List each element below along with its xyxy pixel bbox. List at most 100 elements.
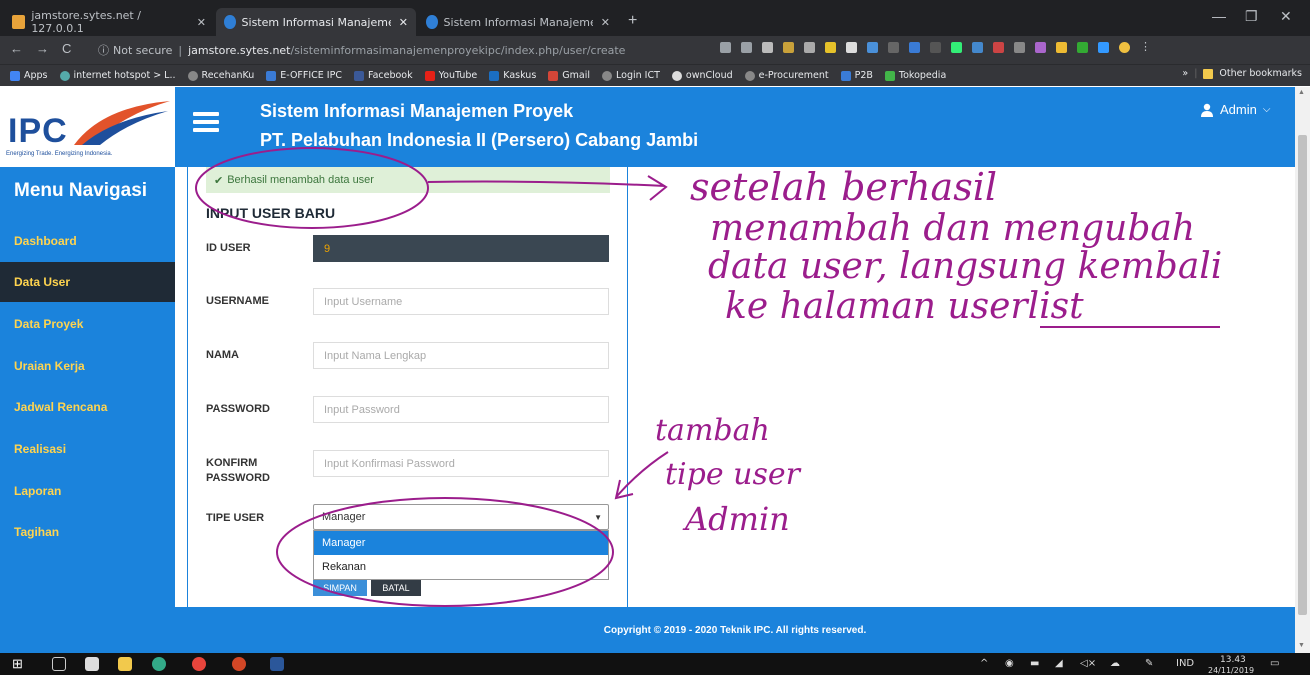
tab-sim-proyek[interactable]: Sistem Informasi Manajemen Pro ✕ bbox=[418, 8, 618, 36]
tipe-user-select[interactable]: Manager ▼ bbox=[313, 504, 609, 530]
extension-icon[interactable] bbox=[825, 42, 836, 53]
windows-start-icon[interactable]: ⊞ bbox=[12, 657, 26, 671]
bookmark-apps[interactable]: Apps bbox=[10, 70, 48, 81]
bookmark-hotspot[interactable]: internet hotspot > L.. bbox=[59, 70, 176, 81]
extension-icon[interactable] bbox=[1098, 42, 1109, 53]
bookmark-p2b[interactable]: P2B bbox=[840, 70, 873, 81]
scrollbar-thumb[interactable] bbox=[1298, 135, 1307, 615]
extension-icon[interactable] bbox=[1035, 42, 1046, 53]
scrollbar[interactable]: ▲ ▼ bbox=[1295, 87, 1310, 653]
bookmark-kaskus[interactable]: Kaskus bbox=[489, 70, 536, 81]
sidebar-item-data-proyek[interactable]: Data Proyek bbox=[0, 304, 175, 344]
extension-icon[interactable] bbox=[783, 42, 794, 53]
info-icon[interactable]: ⓘ bbox=[98, 42, 109, 58]
sidebar-item-jadwal-rencana[interactable]: Jadwal Rencana bbox=[0, 387, 175, 427]
word-icon[interactable] bbox=[270, 657, 284, 671]
extension-icon[interactable] bbox=[804, 42, 815, 53]
chrome-icon[interactable] bbox=[192, 657, 206, 671]
forward-icon[interactable]: → bbox=[36, 41, 49, 56]
app-icon[interactable] bbox=[152, 657, 166, 671]
url-field[interactable]: ⓘ Not secure | jamstore.sytes.net /siste… bbox=[98, 40, 708, 60]
notification-icon[interactable]: ▭ bbox=[1270, 658, 1279, 669]
bookmark-owncloud[interactable]: ownCloud bbox=[671, 70, 733, 81]
cloud-icon[interactable]: ☁ bbox=[1110, 658, 1120, 669]
extension-icon[interactable] bbox=[909, 42, 920, 53]
more-bookmarks-chevron[interactable]: » bbox=[1182, 68, 1188, 79]
option-manager[interactable]: Manager bbox=[314, 531, 608, 555]
tray-network-icon[interactable]: ◉ bbox=[1005, 658, 1014, 669]
wifi-icon[interactable]: ◢ bbox=[1055, 658, 1063, 669]
bookmark-gmail[interactable]: Gmail bbox=[548, 70, 590, 81]
extension-icon[interactable] bbox=[993, 42, 1004, 53]
close-icon[interactable]: ✕ bbox=[189, 16, 206, 29]
language-indicator[interactable]: IND bbox=[1176, 658, 1194, 669]
file-explorer-icon[interactable] bbox=[118, 657, 132, 671]
extension-icon[interactable] bbox=[846, 42, 857, 53]
battery-icon[interactable]: ▬ bbox=[1030, 658, 1039, 669]
scroll-up-icon[interactable]: ▲ bbox=[1298, 89, 1305, 96]
cancel-button[interactable]: BATAL bbox=[371, 580, 421, 596]
form-title: INPUT USER BARU bbox=[206, 205, 336, 221]
close-window-icon[interactable]: ✕ bbox=[1280, 8, 1292, 25]
extension-icon[interactable] bbox=[762, 42, 773, 53]
username-input[interactable]: Input Username bbox=[313, 288, 609, 315]
star-icon[interactable] bbox=[741, 42, 752, 53]
tray-chevron-icon[interactable]: ^ bbox=[980, 658, 988, 669]
extension-icon[interactable] bbox=[1056, 42, 1067, 53]
sidebar-item-uraian-kerja[interactable]: Uraian Kerja bbox=[0, 346, 175, 386]
clock-date[interactable]: 24/11/2019 bbox=[1208, 666, 1254, 675]
other-bookmarks[interactable]: » | Other bookmarks bbox=[1182, 68, 1302, 79]
extension-icon[interactable] bbox=[1077, 42, 1088, 53]
password-input[interactable]: Input Password bbox=[313, 396, 609, 423]
sidebar-item-tagihan[interactable]: Tagihan bbox=[0, 512, 175, 552]
new-tab-button[interactable]: + bbox=[628, 12, 637, 30]
powerpoint-icon[interactable] bbox=[232, 657, 246, 671]
close-icon[interactable]: ✕ bbox=[391, 16, 408, 29]
tab-phpmyadmin[interactable]: jamstore.sytes.net / 127.0.0.1 ✕ bbox=[4, 8, 214, 36]
maximize-icon[interactable]: ❐ bbox=[1245, 8, 1258, 25]
option-rekanan[interactable]: Rekanan bbox=[314, 555, 608, 579]
konfirm-password-input[interactable]: Input Konfirmasi Password bbox=[313, 450, 609, 477]
hamburger-menu-icon[interactable] bbox=[193, 112, 219, 132]
sidebar-item-laporan[interactable]: Laporan bbox=[0, 471, 175, 511]
bookmark-eprocurement[interactable]: e-Procurement bbox=[744, 70, 829, 81]
globe-icon bbox=[744, 70, 755, 81]
bookmark-eoffice[interactable]: E-OFFICE IPC bbox=[266, 70, 342, 81]
user-menu[interactable]: Admin ⌵ bbox=[1200, 102, 1270, 117]
nama-input[interactable]: Input Nama Lengkap bbox=[313, 342, 609, 369]
globe-icon bbox=[59, 70, 70, 81]
id-user-field: 9 bbox=[313, 235, 609, 262]
profile-avatar-icon[interactable] bbox=[1119, 42, 1130, 53]
pen-icon[interactable]: ✎ bbox=[1145, 658, 1153, 669]
volume-icon[interactable]: ◁× bbox=[1080, 658, 1096, 669]
gmail-icon bbox=[548, 70, 559, 81]
bookmark-recehanku[interactable]: RecehanKu bbox=[187, 70, 254, 81]
close-icon[interactable]: ✕ bbox=[593, 16, 610, 29]
sidebar-item-dashboard[interactable]: Dashboard bbox=[0, 221, 175, 261]
ipc-swoosh-logo bbox=[74, 101, 170, 145]
save-button[interactable]: SIMPAN bbox=[313, 580, 367, 596]
mail-icon[interactable] bbox=[85, 657, 99, 671]
extension-icon[interactable] bbox=[1014, 42, 1025, 53]
extension-icon[interactable] bbox=[867, 42, 878, 53]
bookmark-tokopedia[interactable]: Tokopedia bbox=[884, 70, 946, 81]
tab-sim-proyek-active[interactable]: Sistem Informasi Manajemen Pro ✕ bbox=[216, 8, 416, 36]
back-icon[interactable]: ← bbox=[10, 41, 23, 56]
task-view-icon[interactable] bbox=[52, 657, 66, 671]
extension-icon[interactable] bbox=[972, 42, 983, 53]
bookmark-facebook[interactable]: Facebook bbox=[353, 70, 413, 81]
minimize-icon[interactable]: — bbox=[1212, 8, 1226, 24]
clock-time[interactable]: 13.43 bbox=[1220, 655, 1246, 665]
bookmark-label: E-OFFICE IPC bbox=[280, 70, 342, 81]
bookmark-youtube[interactable]: YouTube bbox=[424, 70, 477, 81]
extension-icon[interactable] bbox=[951, 42, 962, 53]
extension-icon[interactable] bbox=[888, 42, 899, 53]
key-icon[interactable] bbox=[720, 42, 731, 53]
menu-dots-icon[interactable]: ⋮ bbox=[1140, 42, 1151, 53]
reload-icon[interactable]: C bbox=[62, 41, 71, 56]
sidebar-item-data-user[interactable]: Data User bbox=[0, 262, 175, 302]
sidebar-item-realisasi[interactable]: Realisasi bbox=[0, 429, 175, 469]
extension-icon[interactable] bbox=[930, 42, 941, 53]
bookmark-login-ict[interactable]: Login ICT bbox=[602, 70, 660, 81]
scroll-down-icon[interactable]: ▼ bbox=[1298, 642, 1305, 649]
